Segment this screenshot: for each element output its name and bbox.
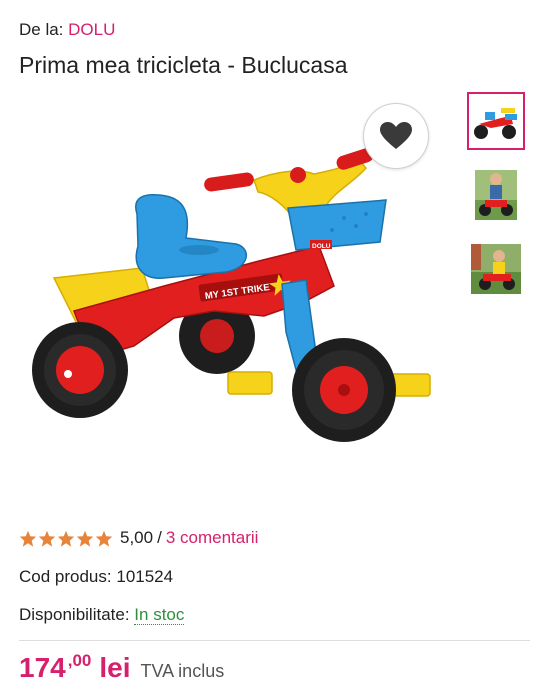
reviews-link[interactable]: 3 comentarii	[166, 528, 259, 548]
thumbnail-1[interactable]	[467, 92, 525, 150]
heart-icon	[380, 122, 412, 149]
star-icon	[95, 530, 113, 547]
rating-value: 5,00	[120, 528, 154, 547]
product-code-label: Cod produs:	[19, 567, 112, 586]
price: 174 ,00 lei TVA inclus	[19, 650, 224, 689]
brand-badge-text: DOLU	[312, 243, 331, 250]
star-icon	[57, 530, 75, 547]
star-icon	[38, 530, 56, 547]
seller-link[interactable]: DOLU	[68, 20, 115, 39]
seller-prefix: De la:	[19, 20, 64, 39]
product-code: Cod produs: 101524	[19, 567, 173, 587]
availability-label: Disponibilitate:	[19, 605, 130, 624]
divider	[19, 640, 530, 641]
rating-stars	[19, 530, 113, 547]
price-integer: 174	[19, 652, 66, 683]
availability: Disponibilitate: In stoc	[19, 605, 185, 625]
thumb-tricycle-image	[474, 108, 517, 139]
vat-note: TVA inclus	[140, 661, 225, 681]
star-icon	[76, 530, 94, 547]
star-icon	[19, 530, 37, 547]
thumbnail-3[interactable]	[467, 240, 525, 298]
stock-status: In stoc	[134, 605, 185, 625]
thumbnail-list	[467, 92, 529, 314]
product-title: Prima mea tricicleta - Buclucasa	[19, 52, 348, 78]
rating-separator: /	[157, 528, 162, 547]
price-currency: lei	[99, 652, 131, 683]
rating-row: 5,00 / 3 comentarii	[19, 528, 258, 548]
seller-line: De la: DOLU	[19, 20, 115, 40]
thumb-child-riding-1-image	[475, 170, 517, 220]
price-decimals: ,00	[67, 651, 92, 670]
product-code-value: 101524	[116, 567, 174, 586]
thumb-child-riding-2-image	[471, 244, 521, 294]
favorite-button[interactable]	[363, 103, 429, 169]
thumbnail-2[interactable]	[467, 166, 525, 224]
